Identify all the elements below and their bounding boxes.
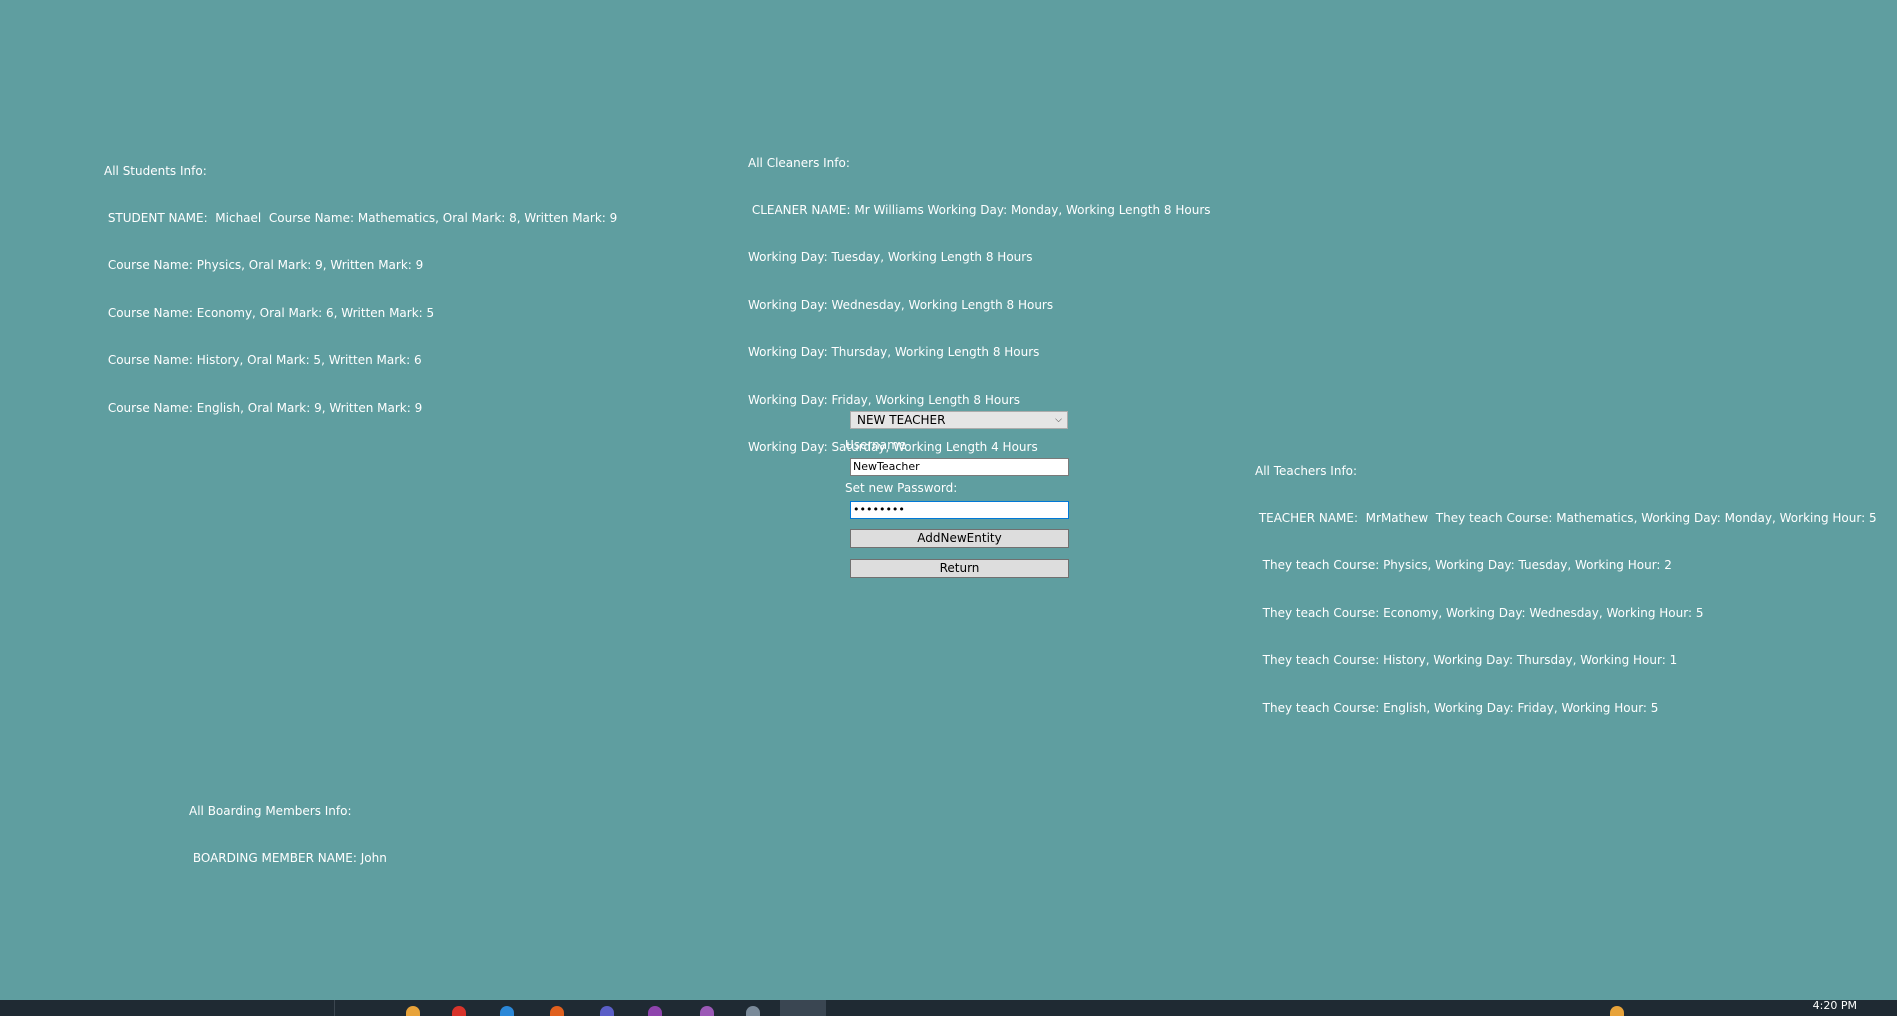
teacher-line: They teach Course: English, Working Day:…	[1255, 700, 1659, 715]
taskbar: 4:20 PM	[0, 999, 1897, 1016]
entity-type-selected-value: NEW TEACHER	[857, 413, 946, 427]
taskbar-clock[interactable]: 4:20 PM	[1813, 999, 1857, 1012]
cleaner-line: Working Day: Friday, Working Length 8 Ho…	[748, 392, 1021, 407]
password-label: Set new Password:	[845, 481, 958, 495]
teachers-info-title: All Teachers Info:	[1255, 463, 1358, 478]
file-explorer-icon[interactable]	[406, 1006, 420, 1016]
cleaner-line: Working Day: Wednesday, Working Length 8…	[748, 297, 1054, 312]
teachers-info-panel: All Teachers Info: TEACHER NAME: MrMathe…	[1255, 432, 1877, 732]
entity-type-select[interactable]: NEW TEACHER ⌵	[850, 411, 1068, 429]
teacher-line: They teach Course: History, Working Day:…	[1255, 653, 1678, 668]
teacher-line: TEACHER NAME: MrMathew They teach Course…	[1255, 510, 1877, 525]
visual-studio-icon[interactable]	[700, 1006, 714, 1016]
taskbar-active-app[interactable]	[780, 1000, 826, 1016]
return-button[interactable]: Return	[850, 559, 1069, 578]
password-input[interactable]: ••••••••	[850, 501, 1069, 519]
store-icon[interactable]	[500, 1006, 514, 1016]
username-label: Username	[845, 438, 907, 452]
student-line: STUDENT NAME: Michael Course Name: Mathe…	[104, 210, 618, 225]
chrome-icon[interactable]	[452, 1006, 466, 1016]
username-input[interactable]: NewTeacher	[850, 458, 1069, 476]
app-icon[interactable]	[746, 1006, 760, 1016]
taskbar-separator	[334, 1000, 335, 1016]
app-icon[interactable]	[550, 1006, 564, 1016]
cleaner-line: Working Day: Saturday, Working Length 4 …	[748, 439, 1038, 454]
boarding-info-title: All Boarding Members Info:	[189, 803, 352, 818]
students-info-title: All Students Info:	[104, 163, 207, 178]
teacher-line: They teach Course: Physics, Working Day:…	[1255, 558, 1672, 573]
cleaners-info-title: All Cleaners Info:	[748, 155, 850, 170]
add-new-entity-button[interactable]: AddNewEntity	[850, 529, 1069, 548]
boarding-member-line: BOARDING MEMBER NAME: John	[189, 850, 387, 865]
app-icon[interactable]	[648, 1006, 662, 1016]
teacher-line: They teach Course: Economy, Working Day:…	[1255, 605, 1704, 620]
student-line: Course Name: Economy, Oral Mark: 6, Writ…	[104, 305, 435, 320]
students-info-panel: All Students Info: STUDENT NAME: Michael…	[104, 132, 617, 432]
tray-icon[interactable]	[1610, 1006, 1624, 1016]
boarding-members-info-panel: All Boarding Members Info: BOARDING MEMB…	[189, 772, 387, 883]
student-line: Course Name: English, Oral Mark: 9, Writ…	[104, 400, 423, 415]
cleaner-line: Working Day: Tuesday, Working Length 8 H…	[748, 250, 1033, 265]
discord-icon[interactable]	[600, 1006, 614, 1016]
chevron-down-icon[interactable]: ⌵	[1055, 412, 1062, 428]
cleaner-line: CLEANER NAME: Mr Williams Working Day: M…	[748, 202, 1211, 217]
cleaner-line: Working Day: Thursday, Working Length 8 …	[748, 345, 1040, 360]
student-line: Course Name: Physics, Oral Mark: 9, Writ…	[104, 258, 424, 273]
student-line: Course Name: History, Oral Mark: 5, Writ…	[104, 353, 422, 368]
